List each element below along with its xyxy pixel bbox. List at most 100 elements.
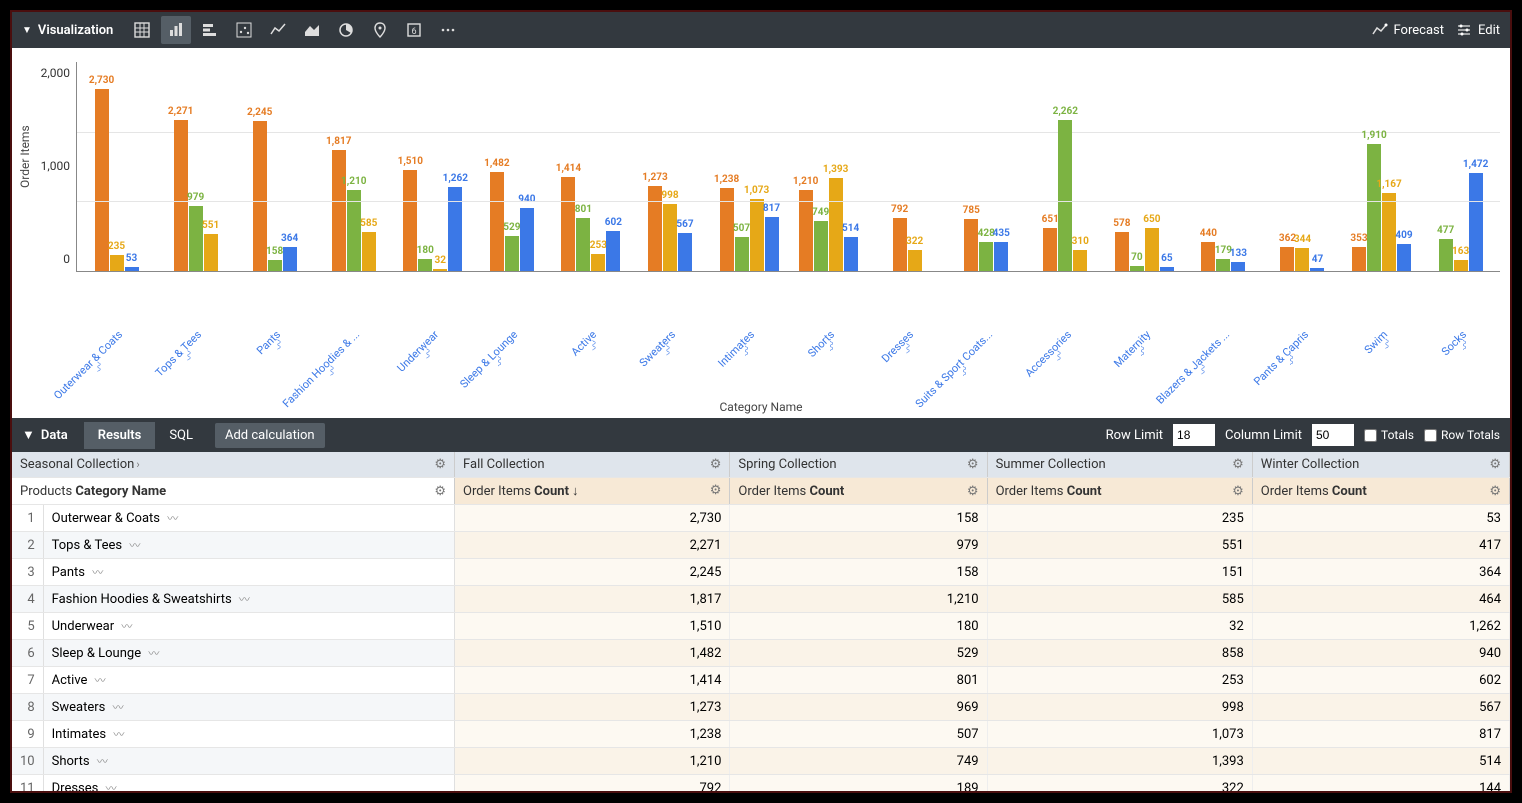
bar-group[interactable]: 36234447 (1263, 247, 1342, 271)
measure-cell[interactable]: 567 (1252, 694, 1509, 721)
measure-cell[interactable]: 749 (730, 748, 987, 775)
bar[interactable]: 65 (1160, 267, 1174, 271)
column-viz-icon[interactable] (195, 16, 225, 44)
measure-header-spring[interactable]: Order Items Count⚙ (730, 478, 987, 505)
bar[interactable]: 2,730 (95, 89, 109, 271)
bar[interactable]: 364 (283, 247, 297, 271)
x-category-label[interactable]: Dresses 〰 (879, 328, 916, 365)
measure-cell[interactable]: 585 (987, 586, 1252, 613)
category-cell[interactable]: Sleep & Lounge 〰 (43, 640, 454, 667)
measure-cell[interactable]: 2,730 (455, 505, 730, 532)
row-totals-checkbox[interactable]: Row Totals (1424, 428, 1500, 442)
bar[interactable]: 998 (663, 204, 677, 271)
measure-cell[interactable]: 529 (730, 640, 987, 667)
measure-cell[interactable]: 969 (730, 694, 987, 721)
gear-icon[interactable]: ⚙ (967, 484, 979, 499)
table-row[interactable]: 6Sleep & Lounge 〰1,482529858940 (12, 640, 1510, 667)
bar-group[interactable]: 1,273998567 (630, 186, 709, 271)
measure-cell[interactable]: 464 (1252, 586, 1509, 613)
bar[interactable]: 253 (591, 254, 605, 271)
bar-group[interactable]: 792322 (868, 218, 947, 271)
bar[interactable]: 435 (994, 242, 1008, 271)
measure-cell[interactable]: 322 (987, 775, 1252, 792)
bar[interactable]: 650 (1145, 228, 1159, 271)
bar[interactable]: 163 (1454, 260, 1468, 271)
single-value-viz-icon[interactable]: 6 (399, 16, 429, 44)
bar[interactable]: 362 (1280, 247, 1294, 271)
bar-group[interactable]: 1,8171,210585 (314, 150, 393, 271)
x-category-label[interactable]: Outerwear & Coats 〰 (51, 328, 125, 402)
pie-viz-icon[interactable] (331, 16, 361, 44)
area-viz-icon[interactable] (297, 16, 327, 44)
bar[interactable]: 1,414 (561, 177, 575, 271)
measure-cell[interactable]: 53 (1252, 505, 1509, 532)
pivot-winter[interactable]: Winter Collection⚙ (1252, 452, 1509, 478)
edit-button[interactable]: Edit (1456, 22, 1500, 38)
measure-cell[interactable]: 998 (987, 694, 1252, 721)
bar[interactable]: 180 (418, 259, 432, 271)
pivot-spring[interactable]: Spring Collection⚙ (730, 452, 987, 478)
category-cell[interactable]: Intimates 〰 (43, 721, 454, 748)
bar[interactable]: 514 (844, 237, 858, 271)
bar[interactable]: 1,073 (750, 199, 764, 271)
bar[interactable]: 440 (1201, 242, 1215, 271)
category-cell[interactable]: Tops & Tees 〰 (43, 532, 454, 559)
measure-cell[interactable]: 551 (987, 532, 1252, 559)
gear-icon[interactable]: ⚙ (1489, 484, 1501, 499)
table-row[interactable]: 8Sweaters 〰1,273969998567 (12, 694, 1510, 721)
measure-cell[interactable]: 158 (730, 505, 987, 532)
measure-cell[interactable]: 1,210 (730, 586, 987, 613)
bar[interactable]: 310 (1073, 250, 1087, 271)
category-cell[interactable]: Active 〰 (43, 667, 454, 694)
bar[interactable]: 2,245 (253, 121, 267, 271)
bar[interactable]: 158 (268, 260, 282, 271)
table-row[interactable]: 4Fashion Hoodies & Sweatshirts 〰1,8171,2… (12, 586, 1510, 613)
bar[interactable]: 1,167 (1382, 193, 1396, 271)
measure-cell[interactable]: 1,238 (455, 721, 730, 748)
category-cell[interactable]: Fashion Hoodies & Sweatshirts 〰 (43, 586, 454, 613)
bar[interactable]: 2,271 (174, 120, 188, 271)
gear-icon[interactable]: ⚙ (1232, 484, 1244, 499)
bar[interactable]: 70 (1130, 266, 1144, 271)
tab-sql[interactable]: SQL (155, 422, 207, 449)
measure-cell[interactable]: 253 (987, 667, 1252, 694)
x-category-label[interactable]: Underwear 〰 (395, 328, 442, 375)
x-category-label[interactable]: Intimates 〰 (716, 328, 758, 370)
bar[interactable]: 602 (606, 231, 620, 271)
measure-header-fall[interactable]: Order Items Count↓⚙ (455, 478, 730, 505)
bar[interactable]: 1,210 (347, 190, 361, 271)
totals-checkbox[interactable]: Totals (1364, 428, 1414, 442)
measure-cell[interactable]: 32 (987, 613, 1252, 640)
x-category-label[interactable]: Active 〰 (569, 328, 600, 359)
bar[interactable]: 1,273 (648, 186, 662, 271)
measure-cell[interactable]: 1,393 (987, 748, 1252, 775)
measure-cell[interactable]: 417 (1252, 532, 1509, 559)
line-viz-icon[interactable] (263, 16, 293, 44)
viz-section-toggle[interactable]: ▼ Visualization (22, 23, 113, 38)
bar-group[interactable]: 6512,262310 (1026, 120, 1105, 271)
measure-cell[interactable]: 792 (455, 775, 730, 792)
bar-group[interactable]: 1,510180321,262 (393, 170, 472, 271)
bar[interactable]: 801 (576, 218, 590, 271)
map-viz-icon[interactable] (365, 16, 395, 44)
measure-cell[interactable]: 801 (730, 667, 987, 694)
bar[interactable]: 409 (1397, 244, 1411, 271)
bar[interactable]: 979 (189, 206, 203, 271)
measure-cell[interactable]: 235 (987, 505, 1252, 532)
bar[interactable]: 322 (908, 250, 922, 271)
table-viz-icon[interactable] (127, 16, 157, 44)
bar[interactable]: 792 (893, 218, 907, 271)
chart-plot[interactable]: 2,730235532,2719795512,2451583641,8171,2… (76, 62, 1500, 272)
bar[interactable]: 32 (433, 269, 447, 271)
measure-cell[interactable]: 940 (1252, 640, 1509, 667)
x-category-label[interactable]: Shorts 〰 (805, 328, 837, 360)
measure-cell[interactable]: 144 (1252, 775, 1509, 792)
table-row[interactable]: 10Shorts 〰1,2107491,393514 (12, 748, 1510, 775)
bar[interactable]: 551 (204, 234, 218, 271)
measure-cell[interactable]: 151 (987, 559, 1252, 586)
bar-group[interactable]: 4771631,472 (1421, 173, 1500, 271)
gear-icon[interactable]: ⚙ (710, 457, 722, 472)
gear-icon[interactable]: ⚙ (434, 457, 446, 472)
forecast-button[interactable]: Forecast (1372, 22, 1444, 38)
pivot-summer[interactable]: Summer Collection⚙ (987, 452, 1252, 478)
